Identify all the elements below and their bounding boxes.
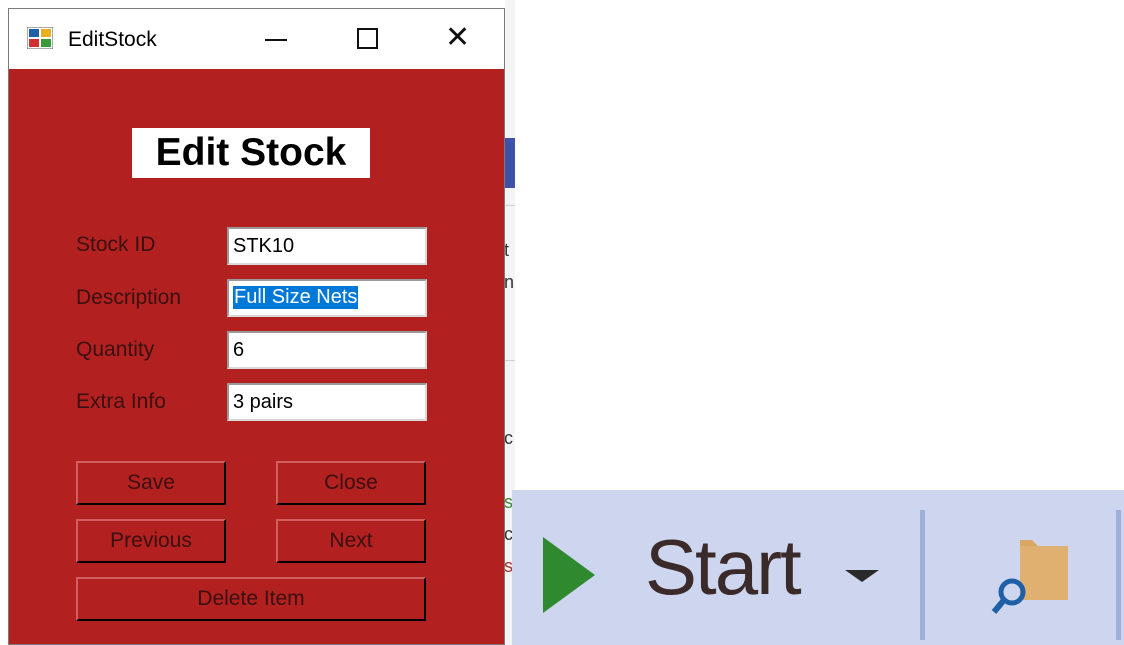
stock-id-label: Stock ID — [76, 233, 156, 256]
background-blue-bar — [505, 138, 515, 188]
background-divider — [505, 205, 515, 206]
toolbar-separator — [1116, 510, 1121, 640]
folder-search-icon[interactable] — [990, 528, 1070, 618]
save-button[interactable]: Save — [76, 461, 226, 505]
page-title: Edit Stock — [132, 128, 370, 178]
close-window-button[interactable]: ✕ — [425, 9, 489, 69]
start-button-label[interactable]: Start — [645, 528, 802, 606]
background-divider — [505, 360, 515, 361]
next-button[interactable]: Next — [276, 519, 426, 563]
minimize-button[interactable] — [241, 9, 305, 69]
quantity-field[interactable] — [227, 331, 427, 369]
stock-id-field[interactable] — [227, 227, 427, 265]
quantity-label: Quantity — [76, 338, 155, 361]
delete-item-button[interactable]: Delete Item — [76, 577, 426, 621]
toolbar: Start — [512, 490, 1124, 645]
minimize-icon — [265, 39, 287, 41]
close-icon: ✕ — [445, 20, 471, 55]
description-field[interactable]: Full Size Nets — [227, 279, 427, 317]
background-text-fragment: c — [504, 428, 513, 448]
window-title: EditStock — [68, 28, 157, 51]
edit-stock-window: EditStock ✕ Edit Stock Stock ID Descript… — [8, 8, 505, 645]
play-icon[interactable] — [543, 537, 595, 613]
app-icon — [26, 26, 54, 50]
maximize-button[interactable] — [335, 9, 399, 69]
toolbar-separator — [920, 510, 925, 640]
close-button[interactable]: Close — [276, 461, 426, 505]
previous-button[interactable]: Previous — [76, 519, 226, 563]
background-text-fragment: n — [504, 272, 515, 292]
extra-info-field[interactable] — [227, 383, 427, 421]
maximize-icon — [357, 28, 378, 49]
description-selected-text: Full Size Nets — [233, 286, 359, 309]
description-label: Description — [76, 286, 182, 309]
title-bar[interactable]: EditStock ✕ — [9, 9, 504, 69]
page-title-text: Edit Stock — [155, 131, 347, 174]
extra-info-label: Extra Info — [76, 390, 166, 413]
dropdown-icon[interactable] — [845, 570, 879, 582]
